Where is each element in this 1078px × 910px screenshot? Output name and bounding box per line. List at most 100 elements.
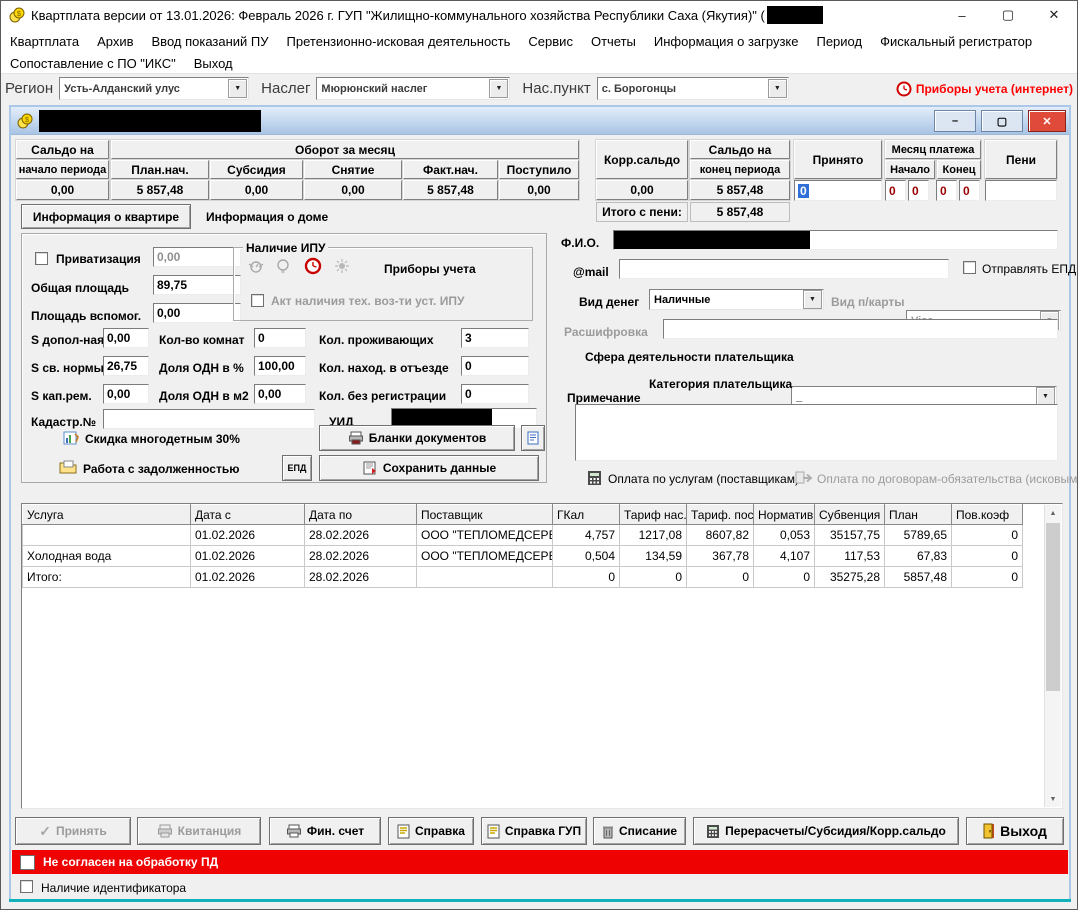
email-label: @mail [573,265,609,279]
region-combo-arrow-icon[interactable]: ▼ [228,79,247,98]
menu-arhiv[interactable]: Архив [88,31,142,52]
naspunkt-combo-arrow-icon[interactable]: ▼ [768,79,787,98]
menu-sopostavlenie[interactable]: Сопоставление с ПО "ИКС" [1,53,185,74]
table-row-total[interactable]: Итого: 01.02.2026 28.02.2026 0 0 0 0 352… [23,567,1023,588]
scroll-down-icon[interactable]: ▼ [1045,791,1061,807]
tab-house-info[interactable]: Информация о доме [206,210,328,224]
odn-pct-field[interactable]: 100,00 [254,356,306,376]
menu-fiskalny[interactable]: Фискальный регистратор [871,31,1041,52]
document-preview-button[interactable] [521,425,545,451]
menu-vvod-pu[interactable]: Ввод показаний ПУ [143,31,278,52]
inner-window-bottom-edge [9,899,1071,902]
spisanie-button[interactable]: Списание [593,817,686,845]
s-dop-field[interactable]: 0,00 [103,328,149,348]
epd-button[interactable]: ЕПД [282,455,312,481]
table-row-cold-water[interactable]: Холодная вода 01.02.2026 28.02.2026 ООО … [23,546,1023,567]
menu-vyhod[interactable]: Выход [185,53,242,74]
korr-saldo-value: 0,00 [596,180,688,200]
col-tarif-nas[interactable]: Тариф нас. [620,505,687,525]
scroll-thumb[interactable] [1046,523,1060,691]
cell-service-selected[interactable]: Отопление на норму [23,525,191,546]
col-pov-koef[interactable]: Пов.коэф [952,505,1023,525]
col-normativ[interactable]: Норматив [754,505,815,525]
col-postavshik[interactable]: Поставщик [417,505,553,525]
s-norm-field[interactable]: 26,75 [103,356,149,376]
pd-consent-label: Не согласен на обработку ПД [43,855,218,869]
nasleg-combobox[interactable]: Мюрюнский наслег ▼ [316,77,510,100]
saldo-end-header2: конец периода [690,160,790,179]
inner-minimize-button[interactable]: – [934,110,976,132]
spravka-doc-icon [397,824,410,839]
nasleg-combo-arrow-icon[interactable]: ▼ [489,79,508,98]
debt-work-link[interactable]: Работа с задолженностью [83,462,239,476]
fio-field[interactable] [613,230,1058,250]
saldo-start-header2: начало периода [16,160,109,179]
col-data-s[interactable]: Дата с [191,505,305,525]
pay-services-link[interactable]: Оплата по услугам (поставщикам) [608,472,799,486]
money-type-combobox[interactable]: Наличные ▼ [649,289,824,310]
spravka-gup-button[interactable]: Справка ГУП [481,817,587,845]
menu-otchety[interactable]: Отчеты [582,31,645,52]
col-tarif-post[interactable]: Тариф. пост [687,505,754,525]
receipt-button[interactable]: Квитанция [137,817,261,845]
s-kap-field[interactable]: 0,00 [103,384,149,404]
grid-vscrollbar[interactable]: ▲ ▼ [1044,505,1061,807]
month-start-1-input[interactable]: 0 [885,180,906,201]
scroll-up-icon[interactable]: ▲ [1045,505,1061,521]
away-field[interactable]: 0 [461,356,529,376]
prinyato-input[interactable]: 0 [794,180,882,201]
inner-window-titlebar[interactable]: $ [9,105,1071,135]
money-type-combo-arrow-icon[interactable]: ▼ [803,290,822,309]
inner-close-button[interactable]: ✕ [1028,110,1066,132]
recalc-button[interactable]: Перерасчеты/Субсидия/Корр.сальдо [693,817,959,845]
identifier-checkbox[interactable] [20,880,33,893]
save-data-button[interactable]: Сохранить данные [319,455,539,481]
privatization-checkbox[interactable] [35,252,48,265]
minimize-button[interactable]: – [939,1,985,29]
meters-internet-link[interactable]: Приборы учета (интернет) [916,82,1073,96]
kadastr-field[interactable] [103,409,315,429]
svg-text:$: $ [25,117,29,124]
col-data-po[interactable]: Дата по [305,505,417,525]
naspunkt-label: Нас.пункт [522,80,590,97]
document-blanks-button[interactable]: Бланки документов [319,425,515,451]
residents-field[interactable]: 3 [461,328,529,348]
accept-button[interactable]: ✓ Принять [15,817,131,845]
inner-maximize-button[interactable]: ▢ [981,110,1023,132]
email-field[interactable] [619,259,949,279]
month-end-2-input[interactable]: 0 [959,180,980,201]
pay-contracts-arrow-icon [795,470,813,486]
noreg-field[interactable]: 0 [461,384,529,404]
menu-pretenzii[interactable]: Претензионно-исковая деятельность [278,31,520,52]
pd-consent-checkbox[interactable] [20,855,35,870]
close-button[interactable]: ✕ [1031,1,1077,29]
fin-account-button[interactable]: Фин. счет [269,817,381,845]
odn-m2-field[interactable]: 0,00 [254,384,306,404]
naspunkt-combobox[interactable]: с. Борогонцы ▼ [597,77,789,100]
send-epd-checkbox[interactable] [963,261,976,274]
spravka-button[interactable]: Справка [388,817,474,845]
col-usluga[interactable]: Услуга [23,505,191,525]
privatization-label: Приватизация [56,252,141,266]
rooms-field[interactable]: 0 [254,328,306,348]
aux-area-field[interactable]: 0,00 [153,303,241,323]
menu-kvartplata[interactable]: Квартплата [1,31,88,52]
tab-apartment-info[interactable]: Информация о квартире [21,204,191,229]
maximize-button[interactable]: ▢ [985,1,1031,29]
exit-button[interactable]: Выход [966,817,1064,845]
menu-servis[interactable]: Сервис [519,31,582,52]
menu-bar-row1: Квартплата Архив Ввод показаний ПУ Прете… [1,29,1078,53]
discount-link[interactable]: Скидка многодетным 30% [85,432,240,446]
region-combobox[interactable]: Усть-Алданский улус ▼ [59,77,249,100]
month-start-2-input[interactable]: 0 [908,180,929,201]
col-plan[interactable]: План [885,505,952,525]
table-row-heating[interactable]: Отопление на норму 01.02.2026 28.02.2026… [23,525,1023,546]
col-subvenciya[interactable]: Субвенция [815,505,885,525]
month-end-1-input[interactable]: 0 [936,180,957,201]
col-gkal[interactable]: ГКал [553,505,620,525]
menu-info-zagruzka[interactable]: Информация о загрузке [645,31,808,52]
menu-period[interactable]: Период [807,31,871,52]
total-area-field[interactable]: 89,75 [153,275,241,295]
peni-input[interactable] [985,180,1057,201]
note-textarea[interactable] [575,404,1058,461]
